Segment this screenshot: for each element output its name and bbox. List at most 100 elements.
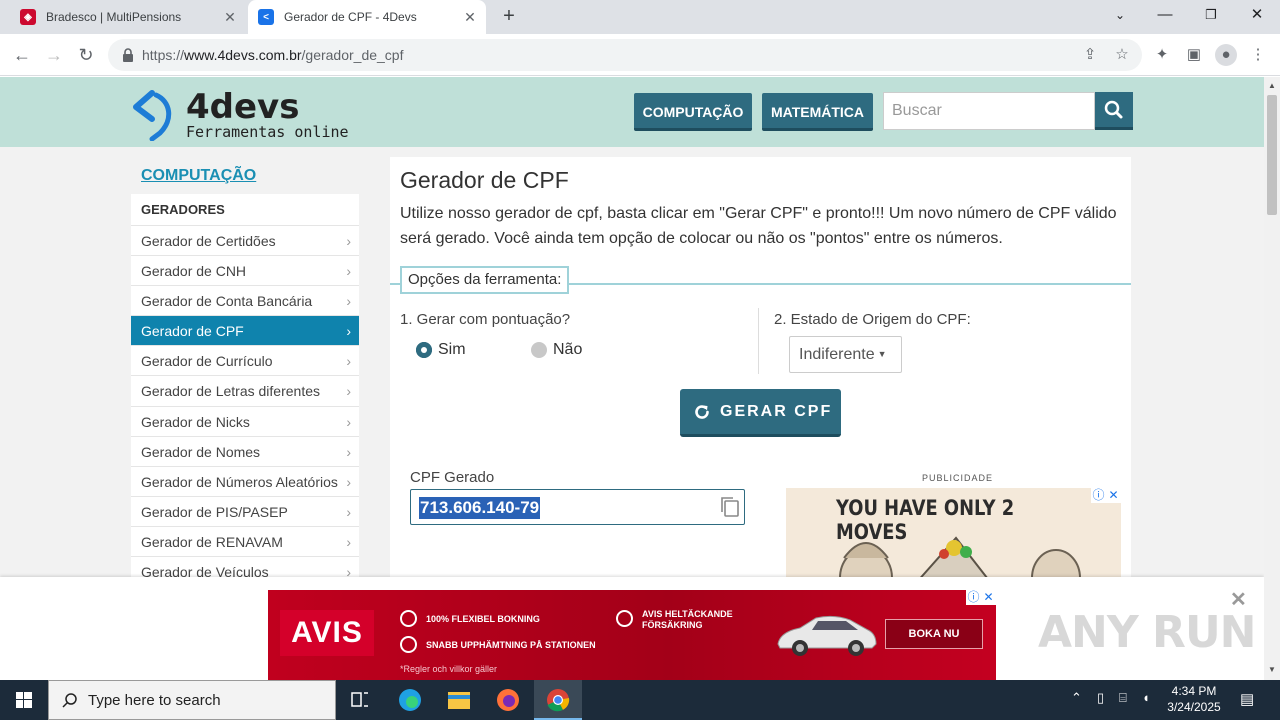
sidebar-item-nomes[interactable]: Gerador de Nomes › [131,437,359,467]
browser-toolbar: ← → ↻ https://www.4devs.com.br/gerador_d… [0,34,1280,76]
ad-info-icon[interactable]: ⓘ [1091,488,1106,503]
sidebar-item-cnh[interactable]: Gerador de CNH › [131,256,359,287]
volume-icon[interactable]: ◖ [1142,690,1150,705]
checkmark-icon [400,636,417,653]
side-panel-icon[interactable]: ▣ [1183,44,1205,66]
edge-icon[interactable] [386,680,434,720]
copy-icon[interactable] [718,495,742,519]
close-tab-icon[interactable]: ✕ [222,9,238,25]
taskbar-search-box[interactable]: Type here to search [48,680,336,720]
search-input[interactable]: Buscar [883,92,1095,130]
caret-down-icon: ▼ [877,349,887,359]
bottom-ad-bar: AVIS 100% FLEXIBEL BOKNING SNABB UPPHÄMT… [0,577,1264,680]
chevron-right-icon: › [346,263,351,280]
tool-card: Gerador de CPF Utilize nosso gerador de … [390,157,1131,457]
boka-nu-button[interactable]: BOKA NU [885,619,983,649]
nav-matematica-button[interactable]: MATEMÁTICA [762,93,873,131]
avis-logo: AVIS [280,610,374,656]
scrollbar-thumb[interactable] [1267,95,1277,215]
game-ad-illustration-icon [839,536,1081,583]
minimize-icon[interactable]: — [1142,0,1188,32]
tool-description: Utilize nosso gerador de cpf, basta clic… [400,205,1117,247]
taskbar-clock[interactable]: 4:34 PM 3/24/2025 [1162,683,1226,715]
chevron-right-icon: › [346,413,351,430]
tab-title: Bradesco | MultiPensions [46,10,182,24]
anyrun-watermark: ANY RUN [1038,607,1256,658]
address-bar[interactable]: https://www.4devs.com.br/gerador_de_cpf … [108,39,1142,71]
restore-icon[interactable]: ❐ [1188,0,1234,32]
chevron-right-icon: › [346,473,351,490]
sidebar-item-pis-pasep[interactable]: Gerador de PIS/PASEP › [131,497,359,527]
search-icon [1104,100,1123,119]
ad-close-icon[interactable]: ✕ [1106,488,1121,503]
forward-icon[interactable]: → [41,42,67,68]
sidebar-item-renavam[interactable]: Gerador de RENAVAM › [131,527,359,558]
cpf-result-field[interactable]: 713.606.140-79 [410,489,745,525]
chrome-icon[interactable] [534,680,582,720]
radio-unchecked-icon [531,342,547,358]
menu-icon[interactable]: ⋮ [1247,44,1269,66]
punctuation-yes-radio[interactable]: Sim [416,341,466,359]
lock-icon[interactable] [120,47,136,63]
reload-icon[interactable]: ↻ [73,42,99,68]
sidebar-item-cpf[interactable]: Gerador de CPF › [131,316,359,347]
site-logo[interactable]: 4devs Ferramentas online [130,85,380,141]
avis-bullet-2: SNABB UPPHÄMTNING PÅ STATIONEN [426,640,596,650]
cpf-result-value: 713.606.140-79 [419,497,541,519]
scroll-up-icon[interactable]: ▲ [1268,81,1276,90]
avis-bullet-3-line-1: AVIS HELTÄCKANDE [642,609,733,619]
punctuation-question: 1. Gerar com pontuação? [400,311,571,328]
sidebar-item-letras-diferentes[interactable]: Gerador de Letras diferentes › [131,376,359,407]
avis-terms-note: *Regler och villkor gäller [400,664,498,674]
sidebar-item-conta-bancaria[interactable]: Gerador de Conta Bancária › [131,286,359,317]
state-select[interactable]: Indiferente ▼ [789,336,902,373]
device-icon[interactable]: ▯ [1097,690,1104,706]
punctuation-no-radio[interactable]: Não [531,341,582,359]
close-tab-icon[interactable]: ✕ [462,9,478,25]
extensions-icon[interactable]: ✦ [1151,44,1173,66]
chevron-right-icon: › [346,233,351,249]
show-hidden-icons-icon[interactable]: ⌃ [1071,690,1082,706]
bookmark-star-icon[interactable]: ☆ [1112,45,1132,65]
start-button[interactable] [0,680,48,720]
ad-close-icon[interactable]: ✕ [981,590,996,605]
back-icon[interactable]: ← [9,42,35,68]
browser-tab-strip: ◈ Bradesco | MultiPensions ✕ < Gerador d… [0,0,1280,34]
checkmark-icon [400,610,417,627]
close-window-icon[interactable]: ✕ [1234,0,1280,32]
result-card: CPF Gerado 713.606.140-79 PUBLICIDADE YO… [390,453,1131,583]
page-viewport: 4devs Ferramentas online COMPUTAÇÃO MATE… [0,77,1264,680]
logo-tagline: Ferramentas online [186,123,349,141]
logo-name: 4devs [186,87,300,127]
avis-banner-ad[interactable]: AVIS 100% FLEXIBEL BOKNING SNABB UPPHÄMT… [268,590,996,680]
file-explorer-icon[interactable] [435,680,483,720]
sidebar-item-certidoes[interactable]: Gerador de Certidões › [131,226,359,257]
tab-search-icon[interactable]: ⌄ [1097,0,1143,32]
page-scrollbar[interactable]: ▲ ▼ [1264,77,1280,680]
game-advertisement[interactable]: YOU HAVE ONLY 2 MOVES ⓘ ✕ [786,488,1121,583]
site-header: 4devs Ferramentas online COMPUTAÇÃO MATE… [0,77,1264,147]
nav-computacao-button[interactable]: COMPUTAÇÃO [634,93,752,131]
scroll-down-icon[interactable]: ▼ [1268,665,1276,674]
tab-gerador-cpf[interactable]: < Gerador de CPF - 4Devs ✕ [248,0,486,34]
network-icon[interactable]: ⌸ [1119,690,1127,706]
car-icon [777,615,877,656]
sidebar-item-numeros-aleatorios[interactable]: Gerador de Números Aleatórios › [131,467,359,497]
task-view-icon[interactable] [336,680,384,720]
generate-cpf-button[interactable]: GERAR CPF [680,389,841,437]
sidebar-category-link[interactable]: COMPUTAÇÃO [141,167,256,185]
search-button[interactable] [1095,92,1133,130]
profile-icon[interactable]: ● [1215,44,1237,66]
new-tab-icon[interactable]: + [498,6,520,28]
url-text: https://www.4devs.com.br/gerador_de_cpf [142,47,404,63]
sidebar-item-nicks[interactable]: Gerador de Nicks › [131,407,359,437]
tab-bradesco[interactable]: ◈ Bradesco | MultiPensions ✕ [10,0,246,34]
ad-info-icon[interactable]: ⓘ [966,590,981,605]
advertisement-label: PUBLICIDADE [922,473,994,483]
share-icon[interactable]: ⇪ [1080,45,1100,65]
firefox-icon[interactable] [484,680,532,720]
tab-title: Gerador de CPF - 4Devs [284,10,417,24]
windows-taskbar: Type here to search ⌃ ▯ ⌸ ◖ 4:34 PM 3/24… [0,680,1280,720]
notifications-icon[interactable]: ▤ [1240,690,1254,708]
sidebar-item-curriculo[interactable]: Gerador de Currículo › [131,346,359,377]
